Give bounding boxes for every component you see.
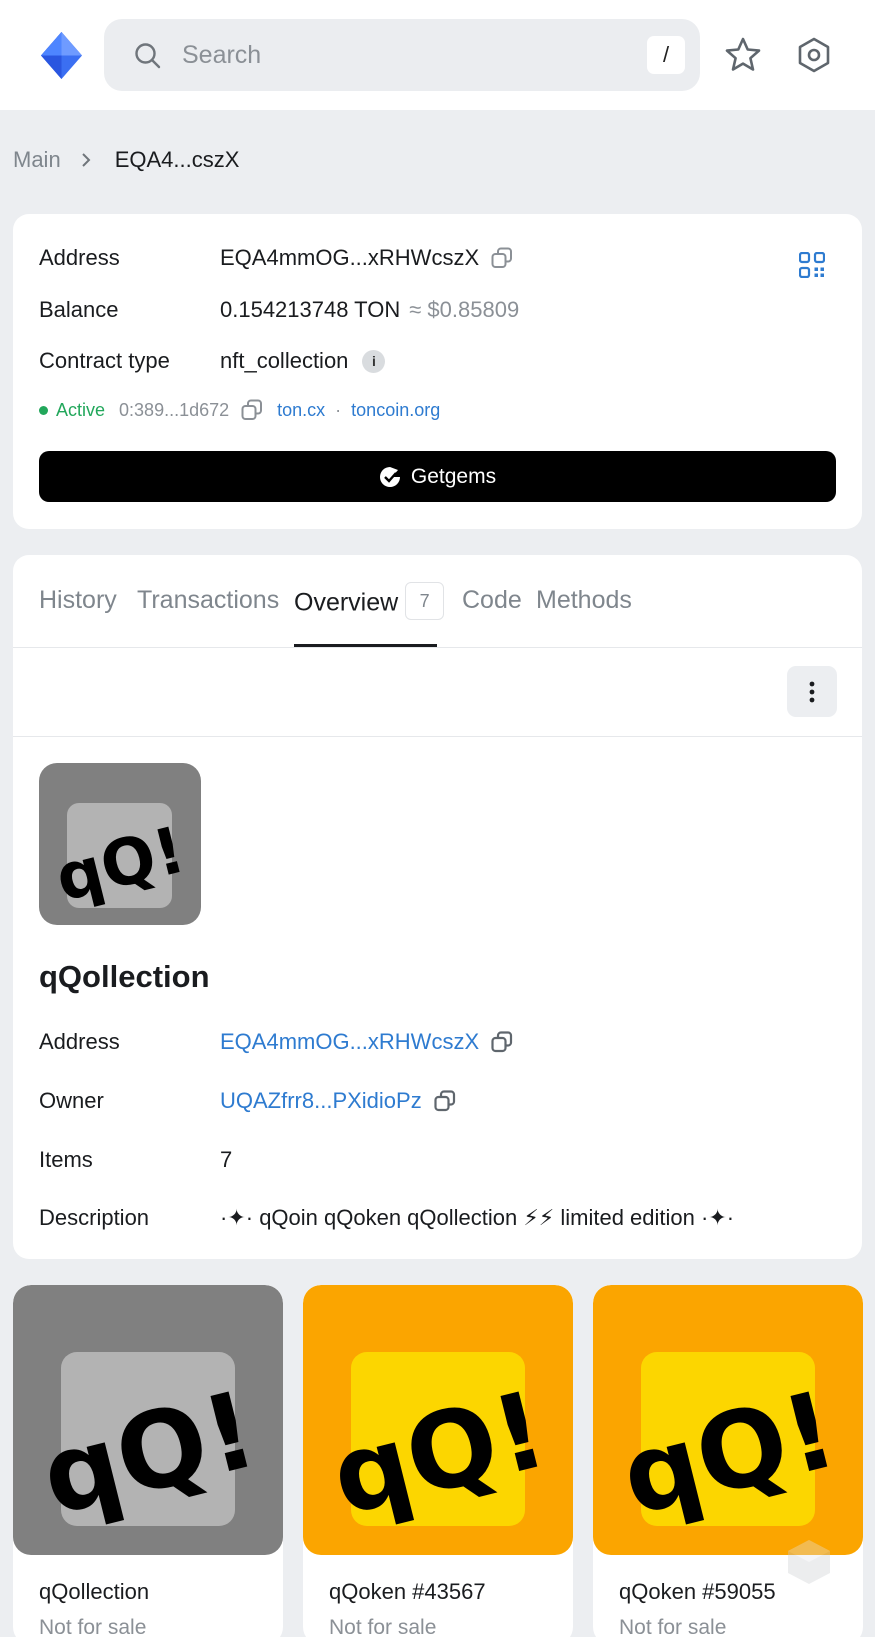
star-icon[interactable] — [723, 35, 763, 75]
nft-title: qQollection — [39, 1579, 150, 1604]
status-badge: Active — [56, 399, 106, 420]
description-label: Description — [39, 1205, 150, 1230]
raw-address: 0:389...1d672 — [119, 399, 230, 420]
balance-label: Balance — [39, 297, 119, 322]
collection-address-label: Address — [39, 1029, 120, 1054]
tab-bar: History Transactions Overview 7 Code Meth… — [13, 555, 862, 648]
status-line: Active 0:389...1d672 ton.cx · toncoin.or… — [39, 399, 440, 421]
description-value: ·✦· qQoin qQoken qQollection ⚡⚡ limited … — [220, 1205, 735, 1230]
search-input[interactable]: Search / — [104, 19, 700, 91]
contract-type-row: nft_collection i — [220, 346, 386, 376]
nft-sale-status: Not for sale — [619, 1616, 727, 1637]
chevron-right-icon — [81, 153, 91, 167]
balance-fiat: ≈ $0.85809 — [409, 297, 520, 322]
breadcrumb: Main EQA4...cszX — [13, 144, 239, 176]
address-row: EQA4mmOG...xRHWcszX — [220, 243, 513, 273]
tab-overview-label: Overview — [294, 588, 399, 617]
items-label: Items — [39, 1147, 93, 1172]
getgems-button[interactable]: Getgems — [39, 451, 836, 502]
collection-image: qQ! — [39, 763, 201, 925]
top-bar: Search / — [0, 0, 875, 110]
owner-address-link[interactable]: UQAZfrr8...PXidioPz — [220, 1086, 422, 1116]
settings-icon[interactable] — [794, 35, 834, 75]
contract-type-label: Contract type — [39, 348, 170, 373]
breadcrumb-current: EQA4...cszX — [114, 147, 240, 172]
search-shortcut-key: / — [647, 36, 685, 74]
items-value: 7 — [220, 1147, 233, 1172]
owner-row: UQAZfrr8...PXidioPz — [220, 1086, 456, 1116]
more-vertical-icon — [809, 681, 815, 702]
address-label: Address — [39, 245, 120, 270]
collection-address-row: EQA4mmOG...xRHWcszX — [220, 1027, 513, 1057]
nft-image: qQ! — [303, 1285, 573, 1555]
balance-value: 0.154213748 TON — [220, 297, 401, 322]
explorer-link-toncoin[interactable]: toncoin.org — [351, 400, 440, 421]
copy-icon[interactable] — [434, 1090, 456, 1112]
collection-address-link[interactable]: EQA4mmOG...xRHWcszX — [220, 1027, 479, 1057]
copy-icon[interactable] — [491, 247, 513, 269]
overview-toolbar — [13, 648, 862, 737]
tab-transactions[interactable]: Transactions — [137, 585, 279, 615]
search-placeholder: Search — [182, 41, 262, 69]
nft-title: qQoken #43567 — [329, 1579, 486, 1604]
search-icon — [135, 43, 161, 69]
tab-methods[interactable]: Methods — [536, 585, 632, 615]
nft-sale-status: Not for sale — [39, 1616, 147, 1637]
nft-title: qQoken #59055 — [619, 1579, 776, 1604]
hexagon-watermark-icon — [788, 1540, 830, 1584]
nft-image: qQ! — [593, 1285, 863, 1555]
tab-overview[interactable]: Overview 7 — [294, 582, 445, 623]
balance-row: 0.154213748 TON ≈ $0.85809 — [220, 295, 519, 325]
nft-card[interactable]: qQ! qQoken #43567 Not for sale — [303, 1285, 573, 1637]
info-icon[interactable]: i — [362, 349, 386, 373]
collection-title: qQollection — [39, 959, 210, 994]
account-card: Address EQA4mmOG...xRHWcszX Balance 0.15… — [13, 214, 862, 529]
ton-logo-icon[interactable] — [41, 32, 82, 79]
copy-icon[interactable] — [491, 1031, 513, 1053]
breadcrumb-main[interactable]: Main — [13, 147, 61, 173]
copy-icon[interactable] — [241, 399, 263, 421]
more-options-button[interactable] — [787, 666, 837, 717]
qr-code-icon[interactable] — [799, 252, 825, 278]
nft-card[interactable]: qQ! qQollection Not for sale — [13, 1285, 283, 1637]
tab-overview-count: 7 — [405, 582, 445, 620]
tab-history[interactable]: History — [39, 585, 117, 615]
status-dot-icon — [39, 405, 48, 415]
contract-type-value: nft_collection — [220, 348, 349, 373]
active-tab-indicator — [294, 644, 437, 647]
getgems-icon — [379, 466, 400, 487]
nft-sale-status: Not for sale — [329, 1616, 437, 1637]
tab-code[interactable]: Code — [462, 585, 522, 615]
explorer-separator: · — [335, 399, 342, 420]
owner-label: Owner — [39, 1088, 104, 1113]
overview-card: History Transactions Overview 7 Code Meth… — [13, 555, 862, 1259]
nft-image: qQ! — [13, 1285, 283, 1555]
address-value[interactable]: EQA4mmOG...xRHWcszX — [220, 243, 479, 273]
explorer-link-toncx[interactable]: ton.cx — [277, 400, 325, 421]
getgems-label: Getgems — [410, 464, 497, 488]
